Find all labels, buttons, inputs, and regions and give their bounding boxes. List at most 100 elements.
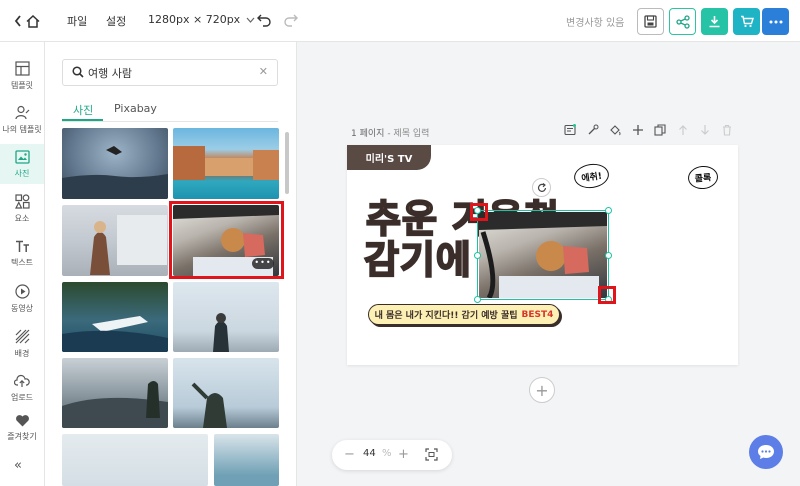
upload-cloud-icon <box>14 374 30 387</box>
fit-screen-icon[interactable] <box>425 448 438 461</box>
nav-label: 업로드 <box>10 392 34 402</box>
nav-label: 동영상 <box>10 304 34 313</box>
more-button[interactable] <box>762 8 789 35</box>
add-page-icon[interactable] <box>632 124 644 136</box>
tab-pixabay[interactable]: Pixabay <box>114 102 157 115</box>
resize-handle[interactable] <box>474 252 481 259</box>
source-tabs: 사진 Pixabay <box>62 100 278 122</box>
photo-thumbnail[interactable] <box>173 358 279 428</box>
photo-thumbnail[interactable] <box>62 205 168 276</box>
home-icon <box>26 14 40 28</box>
back-home-button[interactable] <box>14 11 44 31</box>
photo-thumbnail[interactable] <box>173 128 279 199</box>
photo-selection-frame <box>477 210 609 300</box>
trash-icon[interactable] <box>721 124 733 136</box>
nav-item-background[interactable]: 배경 <box>0 324 44 364</box>
chat-support-button[interactable] <box>749 435 783 469</box>
save-status-text: 변경사항 있음 <box>566 18 625 29</box>
move-up-icon[interactable] <box>677 124 689 136</box>
nav-item-photo[interactable]: 사진 <box>0 144 44 184</box>
paint-bucket-icon[interactable] <box>609 124 621 136</box>
page-label: 1 페이지 - 제목 입력 <box>351 126 429 139</box>
nav-item-favorites[interactable]: 즐겨찾기 <box>0 412 44 444</box>
left-nav: 템플릿 나의 템플릿 사진 요소 텍스트 동영상 배경 업로드 즐겨찾기 « <box>0 42 45 486</box>
headline-line-2[interactable]: 감기에 <box>363 240 472 280</box>
subtitle-pill[interactable]: 내 몸은 내가 지킨다!! 감기 예방 꿀팁 BEST4 <box>368 304 560 325</box>
share-button[interactable] <box>669 8 696 35</box>
zoom-in-button[interactable]: + <box>398 447 409 462</box>
zoom-control: − 44 % + <box>332 440 452 470</box>
file-menu[interactable]: 파일 <box>67 13 87 29</box>
save-button[interactable] <box>637 8 664 35</box>
photo-thumbnail[interactable] <box>214 434 279 486</box>
rotate-handle[interactable] <box>532 178 551 197</box>
save-icon <box>644 15 657 28</box>
nav-item-text[interactable]: 텍스트 <box>0 234 44 274</box>
download-icon <box>709 16 720 28</box>
panel-scrollbar[interactable] <box>285 132 289 194</box>
tab-photos[interactable]: 사진 <box>73 102 93 118</box>
add-page-button[interactable]: + <box>529 377 555 403</box>
search-input[interactable] <box>88 64 248 82</box>
top-toolbar: 파일 설정 1280px × 720px 변경사항 있음 <box>0 0 800 42</box>
canvas-size-label: 1280px × 720px <box>148 13 241 26</box>
search-box: ✕ <box>62 59 278 86</box>
speedboat-image <box>62 316 168 352</box>
nav-label: 나의 템플릿 <box>2 125 42 134</box>
duplicate-page-icon[interactable] <box>654 124 666 136</box>
page-number: 1 페이지 <box>351 129 385 139</box>
elements-icon <box>14 194 30 209</box>
photo-thumbnail[interactable] <box>62 358 168 428</box>
canvas-size-dropdown[interactable]: 1280px × 720px <box>148 13 255 26</box>
play-circle-icon <box>14 284 30 299</box>
settings-menu[interactable]: 설정 <box>106 13 126 29</box>
zoom-unit: % <box>382 448 392 459</box>
photo-thumbnail[interactable] <box>62 128 168 199</box>
undo-icon[interactable] <box>256 12 272 28</box>
hiker-image <box>213 313 229 352</box>
photo-icon <box>14 149 30 164</box>
nav-item-my-template[interactable]: 나의 템플릿 <box>0 100 44 140</box>
photo-thumbnail[interactable] <box>62 434 208 486</box>
speech-bubble[interactable]: 콜록 <box>687 164 719 191</box>
my-template-icon <box>14 105 29 120</box>
design-page[interactable]: 미리'S TV 에취! 콜록 추운 겨울철 감기에 내 몸은 내가 지킨다!! … <box>347 145 738 365</box>
photo-thumbnail[interactable] <box>173 282 279 352</box>
venice-canal-image <box>173 146 279 180</box>
nav-item-video[interactable]: 동영상 <box>0 279 44 319</box>
speech-bubble[interactable]: 에취! <box>572 161 611 191</box>
woman-city-image <box>90 215 167 275</box>
more-icon <box>769 20 782 23</box>
resize-handle[interactable] <box>474 296 481 303</box>
zoom-out-button[interactable]: − <box>344 447 355 462</box>
template-icon <box>14 61 30 76</box>
heart-icon <box>15 415 29 427</box>
thumbnail-more-button[interactable]: ••• <box>252 258 274 269</box>
clear-search-button[interactable]: ✕ <box>259 65 268 78</box>
nav-item-template[interactable]: 템플릿 <box>0 56 44 96</box>
nav-item-elements[interactable]: 요소 <box>0 189 44 229</box>
redo-icon[interactable] <box>283 12 299 28</box>
magic-wand-icon[interactable] <box>587 124 599 136</box>
nav-label: 텍스트 <box>10 258 34 267</box>
nav-item-upload[interactable]: 업로드 <box>0 368 44 408</box>
nav-label: 템플릿 <box>10 81 34 90</box>
kitesurfer-image <box>62 146 168 199</box>
download-button[interactable] <box>701 8 728 35</box>
tv-tag[interactable]: 미리'S TV <box>347 145 431 170</box>
nav-label: 사진 <box>14 168 30 178</box>
background-icon <box>15 329 29 344</box>
zoom-value[interactable]: 44 <box>363 448 376 459</box>
photo-thumbnail[interactable] <box>62 282 168 352</box>
move-down-icon[interactable] <box>699 124 711 136</box>
chat-icon <box>758 445 774 459</box>
nav-label: 즐겨찾기 <box>7 432 37 441</box>
resize-handle[interactable] <box>605 207 612 214</box>
text-icon <box>15 240 29 252</box>
page-title-input[interactable]: - 제목 입력 <box>387 129 429 139</box>
page-note-icon[interactable] <box>564 124 576 136</box>
collapse-sidebar-button[interactable]: « <box>14 458 22 473</box>
cart-button[interactable] <box>733 8 760 35</box>
resize-handle[interactable] <box>605 252 612 259</box>
nav-label: 배경 <box>14 349 30 358</box>
